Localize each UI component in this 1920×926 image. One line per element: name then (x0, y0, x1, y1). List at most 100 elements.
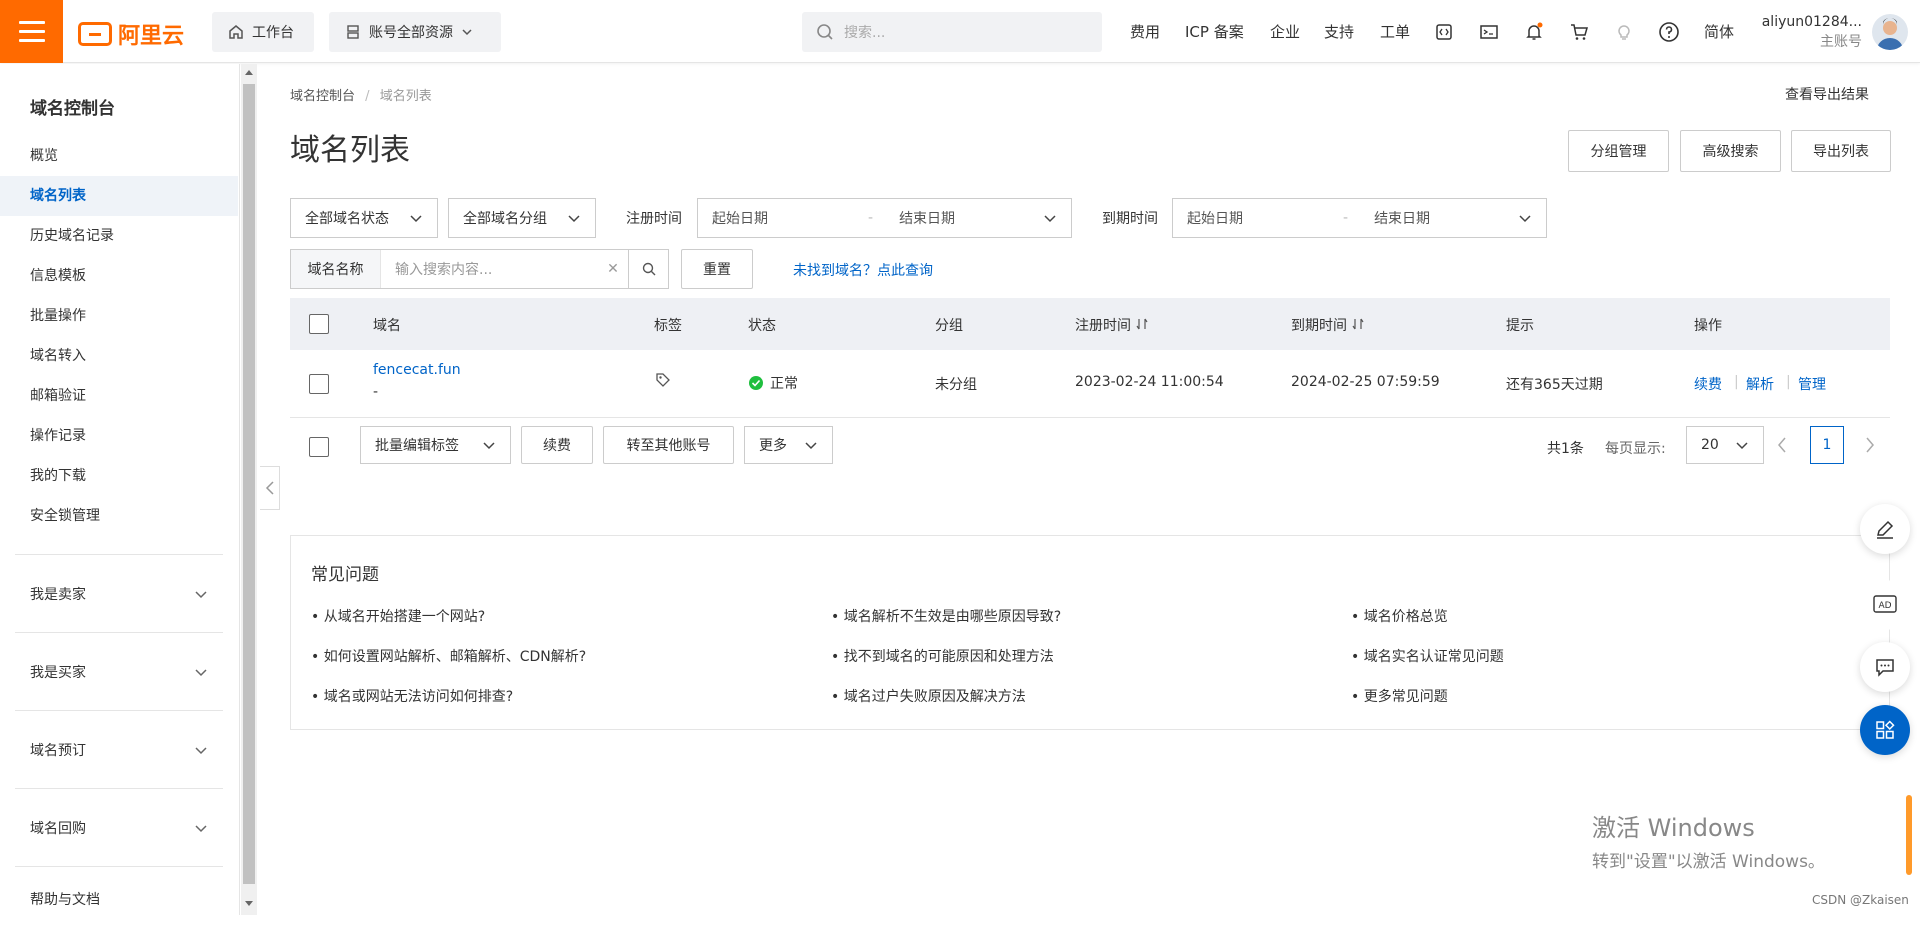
not-found-link[interactable]: 未找到域名？点此查询 (793, 260, 933, 280)
lightbulb-icon[interactable] (1612, 20, 1636, 44)
top-bar: 阿里云 工作台 账号全部资源 搜索... 费用 ICP 备案 企业 支持 工单 … (0, 0, 1920, 63)
transfer-account-button[interactable]: 转至其他账号 (603, 426, 734, 464)
nav-enterprise[interactable]: 企业 (1270, 0, 1300, 63)
nav-fees[interactable]: 费用 (1130, 0, 1160, 63)
sidebar-item-security-lock[interactable]: 安全锁管理 (0, 496, 238, 536)
resources-dropdown[interactable]: 账号全部资源 (329, 12, 501, 52)
tag-icon[interactable] (655, 372, 671, 392)
dns-link[interactable]: 解析 (1746, 374, 1774, 394)
sidebar-scrollbar[interactable] (241, 64, 257, 915)
table-row: fencecat.fun - 正常 未分组 2023-02-24 11:00:5… (290, 350, 1890, 418)
search-button[interactable] (628, 250, 668, 288)
faq-item[interactable]: • 域名或网站无法访问如何排查? (311, 686, 513, 706)
nav-support[interactable]: 支持 (1324, 0, 1354, 63)
expire-end-date[interactable]: 结束日期 (1374, 208, 1430, 228)
nav-icp[interactable]: ICP 备案 (1185, 0, 1244, 63)
sidebar-item-overview[interactable]: 概览 (0, 136, 238, 176)
sidebar-item-downloads[interactable]: 我的下载 (0, 456, 238, 496)
collapse-sidebar-button[interactable] (260, 466, 280, 510)
breadcrumb-root[interactable]: 域名控制台 (290, 89, 355, 104)
user-info[interactable]: aliyun01284... 主账号 (1760, 12, 1862, 52)
breadcrumb: 域名控制台 / 域名列表 (290, 85, 432, 104)
reset-button[interactable]: 重置 (681, 249, 753, 289)
avatar[interactable] (1872, 14, 1908, 50)
sidebar-group-buyback[interactable]: 域名回购 (15, 788, 223, 866)
domain-link[interactable]: fencecat.fun (373, 362, 461, 378)
more-dropdown[interactable]: 更多 (744, 426, 833, 464)
apps-float-button[interactable] (1860, 705, 1910, 755)
terminal-icon[interactable] (1477, 20, 1501, 44)
global-search[interactable]: 搜索... (802, 12, 1102, 52)
sidebar-item-op-log[interactable]: 操作记录 (0, 416, 238, 456)
group-filter[interactable]: 全部域名分组 (448, 198, 596, 238)
status-filter[interactable]: 全部域名状态 (290, 198, 438, 238)
reg-start-date[interactable]: 起始日期 (712, 208, 768, 228)
expire-start-date[interactable]: 起始日期 (1187, 208, 1243, 228)
ad-float-button[interactable]: AD (1860, 580, 1910, 630)
total-count: 共1条 (1547, 441, 1584, 457)
logo[interactable]: 阿里云 (78, 18, 184, 50)
col-reg-time[interactable]: 注册时间 (1075, 315, 1149, 335)
col-ops: 操作 (1694, 318, 1722, 334)
chevron-down-icon (195, 824, 207, 832)
workbench-button[interactable]: 工作台 (212, 12, 314, 52)
renew-link[interactable]: 续费 (1694, 374, 1722, 394)
scroll-down-icon (245, 901, 253, 906)
bulk-renew-button[interactable]: 续费 (521, 426, 593, 464)
per-page-select[interactable]: 20 (1686, 426, 1764, 464)
chevron-down-icon (410, 215, 422, 223)
faq-item[interactable]: • 找不到域名的可能原因和处理方法 (831, 646, 1054, 666)
sidebar-group-help[interactable]: 帮助与文档 (15, 866, 223, 926)
col-expire-time[interactable]: 到期时间 (1291, 315, 1365, 335)
prev-page-icon[interactable] (1776, 436, 1788, 454)
faq-item[interactable]: • 域名解析不生效是由哪些原因导致? (831, 606, 1061, 626)
row-checkbox[interactable] (309, 374, 329, 394)
faq-item[interactable]: • 域名价格总览 (1351, 606, 1448, 626)
domain-name-input[interactable]: 输入搜索内容... (381, 259, 598, 279)
bell-icon[interactable] (1522, 20, 1546, 44)
reg-date-range[interactable]: 起始日期 - 结束日期 (697, 198, 1072, 238)
advanced-search-button[interactable]: 高级搜索 (1680, 130, 1781, 172)
next-page-icon[interactable] (1864, 436, 1876, 454)
bulk-select-checkbox[interactable] (309, 437, 329, 457)
group-manage-button[interactable]: 分组管理 (1568, 130, 1669, 172)
help-icon[interactable] (1657, 20, 1681, 44)
bulk-edit-tags-dropdown[interactable]: 批量编辑标签 (360, 426, 511, 464)
faq-item[interactable]: • 更多常见问题 (1351, 686, 1448, 706)
group-label: 域名预订 (30, 742, 86, 759)
sidebar-group-preorder[interactable]: 域名预订 (15, 710, 223, 788)
cart-icon[interactable] (1567, 20, 1591, 44)
sidebar-item-history[interactable]: 历史域名记录 (0, 216, 238, 256)
sidebar-item-transfer-in[interactable]: 域名转入 (0, 336, 238, 376)
faq-item[interactable]: • 域名过户失败原因及解决方法 (831, 686, 1026, 706)
faq-item[interactable]: • 从域名开始搭建一个网站? (311, 606, 485, 626)
page-number[interactable]: 1 (1810, 426, 1844, 464)
export-result-link[interactable]: 查看导出结果 (1785, 84, 1869, 104)
sidebar-item-domain-list[interactable]: 域名列表 (0, 176, 238, 216)
reg-time-label: 注册时间 (626, 211, 682, 227)
language-switch[interactable]: 简体 (1704, 0, 1734, 63)
nav-ticket[interactable]: 工单 (1380, 0, 1410, 63)
reg-end-date[interactable]: 结束日期 (899, 208, 955, 228)
sidebar-group-buyer[interactable]: 我是买家 (15, 632, 223, 710)
code-icon[interactable] (1432, 20, 1456, 44)
status-text: 正常 (770, 376, 798, 392)
scroll-thumb[interactable] (243, 84, 255, 884)
sidebar-item-batch[interactable]: 批量操作 (0, 296, 238, 336)
export-list-button[interactable]: 导出列表 (1791, 130, 1891, 172)
sidebar-group-seller[interactable]: 我是卖家 (15, 554, 223, 632)
sidebar-item-templates[interactable]: 信息模板 (0, 256, 238, 296)
faq-item[interactable]: • 域名实名认证常见问题 (1351, 646, 1504, 666)
chat-float-button[interactable] (1860, 642, 1910, 692)
logo-text: 阿里云 (118, 24, 185, 49)
manage-link[interactable]: 管理 (1798, 374, 1826, 394)
sidebar-item-email-verify[interactable]: 邮箱验证 (0, 376, 238, 416)
edit-float-button[interactable] (1860, 504, 1910, 554)
page-scroll-indicator[interactable] (1906, 795, 1912, 875)
menu-icon[interactable] (0, 0, 63, 63)
clear-icon[interactable]: ✕ (598, 261, 628, 277)
select-all-checkbox[interactable] (309, 314, 329, 334)
faq-item[interactable]: • 如何设置网站解析、邮箱解析、CDN解析? (311, 646, 586, 666)
chevron-down-icon (568, 215, 580, 223)
expire-date-range[interactable]: 起始日期 - 结束日期 (1172, 198, 1547, 238)
